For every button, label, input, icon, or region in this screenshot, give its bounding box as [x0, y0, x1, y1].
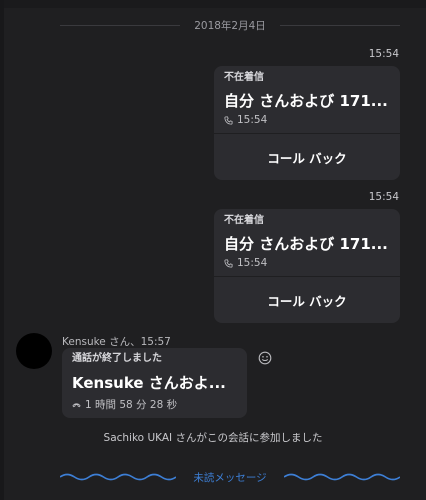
unread-label: 未読メッセージ	[193, 472, 267, 484]
sender-line: Kensuke さん、15:57	[62, 336, 171, 348]
phone-hangup-icon	[72, 403, 81, 408]
date-label: 2018年2月4日	[194, 20, 266, 32]
unread-wave-left	[60, 473, 176, 481]
call-duration-row: 1 時間 58 分 28 秒	[72, 397, 237, 412]
missed-call-sub: 15:54	[224, 257, 390, 269]
callback-button[interactable]: コール バック	[214, 134, 400, 180]
phone-icon	[224, 258, 233, 268]
missed-call-info[interactable]: 不在着信 自分 さんおよび 171... 15:54	[214, 66, 400, 133]
phone-icon	[224, 115, 233, 125]
emoji-icon[interactable]	[258, 351, 272, 365]
callback-label: コール バック	[267, 293, 347, 309]
top-strip	[0, 0, 426, 8]
unread-wave-right	[284, 473, 400, 481]
callback-label: コール バック	[267, 150, 347, 166]
missed-call-title: 自分 さんおよび 171...	[224, 235, 388, 253]
date-divider: 2018年2月4日	[0, 16, 426, 36]
left-rail	[0, 0, 4, 500]
message-time: 15:54	[368, 48, 399, 60]
missed-call-title: 自分 さんおよび 171...	[224, 92, 388, 110]
missed-call-label: 不在着信	[224, 215, 264, 226]
system-message: Sachiko UKAI さんがこの会話に参加しました	[103, 432, 323, 444]
avatar[interactable]	[16, 333, 52, 369]
missed-call-card: 不在着信 自分 さんおよび 171... 15:54 コール バック	[214, 66, 400, 180]
missed-call-info[interactable]: 不在着信 自分 さんおよび 171... 15:54	[214, 209, 400, 276]
call-ended-card[interactable]: 通話が終了しました Kensuke さんおよ... 1 時間 58 分 28 秒	[62, 348, 247, 418]
divider-line-right	[280, 25, 400, 26]
missed-call-time: 15:54	[237, 114, 268, 126]
missed-call-card: 不在着信 自分 さんおよび 171... 15:54 コール バック	[214, 209, 400, 323]
call-ended-label: 通話が終了しました	[72, 353, 162, 364]
call-ended-title: Kensuke さんおよ...	[72, 374, 226, 392]
missed-call-label: 不在着信	[224, 72, 264, 83]
divider-line-left	[60, 25, 180, 26]
unread-divider: 未読メッセージ	[0, 468, 426, 488]
call-duration: 1 時間 58 分 28 秒	[85, 399, 178, 411]
message-time: 15:54	[368, 191, 399, 203]
callback-button[interactable]: コール バック	[214, 277, 400, 323]
missed-call-time: 15:54	[237, 257, 268, 269]
missed-call-sub: 15:54	[224, 114, 390, 126]
